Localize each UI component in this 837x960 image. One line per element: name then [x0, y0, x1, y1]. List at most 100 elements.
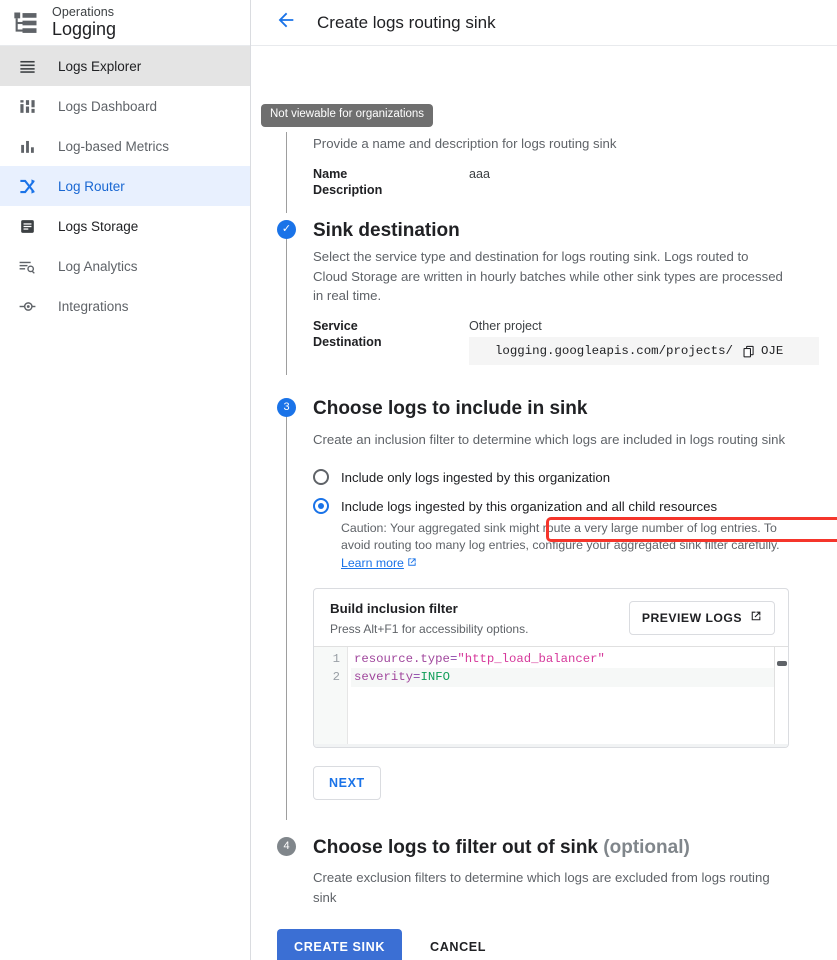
step-3-description: Create an inclusion filter to determine … — [313, 432, 786, 448]
sidebar-item-label: Log Router — [58, 178, 125, 194]
service-row: Service Other project — [313, 319, 819, 333]
back-button[interactable] — [269, 6, 303, 40]
step-1-name-row: Name aaa — [313, 167, 819, 181]
code-token-string: "http_load_balancer" — [457, 651, 605, 666]
code-line-2: severity=INFO — [351, 668, 788, 687]
step-rail — [286, 233, 287, 376]
step-rail — [286, 132, 287, 214]
step-4-badge: 4 — [277, 836, 296, 856]
sidebar-item-log-based-metrics[interactable]: Log-based Metrics — [0, 126, 250, 166]
service-label: Service — [313, 319, 358, 334]
page-content: Not viewable for organizations Provide a… — [251, 46, 837, 960]
preview-logs-button[interactable]: PREVIEW LOGS — [628, 600, 775, 635]
filter-title: Build inclusion filter — [330, 600, 458, 616]
form-actions: CREATE SINK CANCEL — [251, 929, 837, 960]
sidebar-item-logs-storage[interactable]: Logs Storage — [0, 206, 250, 246]
dashboard-icon — [16, 95, 38, 117]
editor-gutter: 1 2 — [314, 646, 348, 744]
step-2-sink-destination: ✓ Sink destination Select the service ty… — [251, 207, 837, 376]
filter-subtitle: Press Alt+F1 for accessibility options. — [330, 621, 529, 636]
radio-include-only-this-org[interactable]: Include only logs ingested by this organ… — [313, 466, 819, 489]
line-number: 1 — [332, 651, 340, 666]
step-4-heading: Choose logs to filter out of sink (optio… — [313, 836, 819, 860]
brand-text: Operations Logging — [52, 4, 117, 40]
caution-line-2: avoid routing too many log entries, conf… — [341, 538, 780, 553]
brand-title: Logging — [52, 19, 117, 40]
preview-logs-label: PREVIEW LOGS — [641, 610, 742, 625]
step-1-description-row: Description — [313, 183, 819, 197]
radio-unchecked-icon — [313, 469, 329, 486]
list-icon — [16, 55, 38, 77]
sidebar-item-label: Logs Storage — [58, 218, 139, 234]
caution-text: Caution: Your aggregated sink might rout… — [341, 520, 781, 574]
step-1-sink-details: Provide a name and description for logs … — [251, 132, 837, 214]
code-token-key: resource.type — [354, 651, 450, 666]
caution-line-1: Caution: Your aggregated sink might rout… — [341, 520, 777, 535]
brand-suptitle: Operations — [52, 4, 115, 19]
step-1-description: Provide a name and description for logs … — [313, 136, 617, 151]
filter-card-header: Build inclusion filter Press Alt+F1 for … — [314, 589, 788, 646]
main-panel: Create logs routing sink Not viewable fo… — [251, 0, 837, 960]
sidebar-brand: Operations Logging — [0, 0, 250, 46]
sidebar-item-label: Logs Dashboard — [58, 98, 158, 114]
operations-logo-icon — [12, 9, 40, 37]
sidebar: Operations Logging Logs Explorer Logs Da… — [0, 0, 251, 960]
storage-icon — [16, 215, 38, 237]
radio-label: Include only logs ingested by this organ… — [341, 469, 611, 485]
step-4-heading-optional: (optional) — [603, 836, 690, 858]
next-button[interactable]: NEXT — [313, 765, 381, 800]
sidebar-item-logs-dashboard[interactable]: Logs Dashboard — [0, 86, 250, 126]
step-4-description: Create exclusion filters to determine wh… — [313, 870, 770, 905]
step-3-badge: 3 — [277, 398, 296, 418]
sidebar-item-label: Log-based Metrics — [58, 138, 170, 154]
destination-value-tail: OJE — [760, 344, 784, 359]
step-rail — [286, 411, 287, 820]
step-3-heading: Choose logs to include in sink — [313, 398, 588, 420]
bar-chart-icon — [16, 135, 38, 157]
code-token-key: severity — [354, 670, 414, 685]
editor-scrollbar-thumb[interactable] — [777, 660, 787, 666]
description-label: Description — [313, 183, 383, 198]
name-label: Name — [313, 167, 348, 182]
inclusion-filter-card: Build inclusion filter Press Alt+F1 for … — [313, 587, 789, 748]
stepper: Provide a name and description for logs … — [251, 46, 837, 960]
sidebar-item-label: Log Analytics — [58, 258, 138, 274]
filter-code-editor[interactable]: 1 2 resource.type="http_load_balancer" s… — [314, 645, 788, 744]
external-link-icon — [749, 610, 762, 626]
sidebar-item-log-router[interactable]: Log Router — [0, 166, 250, 206]
page-title: Create logs routing sink — [317, 12, 496, 32]
create-sink-button[interactable]: CREATE SINK — [277, 929, 403, 960]
copy-icon[interactable] — [741, 344, 756, 359]
radio-checked-icon — [313, 498, 329, 515]
name-value: aaa — [469, 167, 491, 182]
radio-include-org-and-children[interactable]: Include logs ingested by this organizati… — [313, 495, 819, 518]
step-2-description: Select the service type and destination … — [313, 249, 783, 303]
router-icon — [16, 175, 38, 197]
step-2-heading: Sink destination — [313, 220, 460, 242]
page-topbar: Create logs routing sink — [251, 0, 837, 46]
analytics-search-icon — [16, 255, 38, 277]
step-3-include-logs: 3 Choose logs to include in sink Create … — [251, 365, 837, 820]
radio-label: Include logs ingested by this organizati… — [341, 498, 718, 514]
editor-scrollbar[interactable] — [774, 646, 788, 744]
sidebar-item-log-analytics[interactable]: Log Analytics — [0, 246, 250, 286]
step-2-badge: ✓ — [277, 220, 296, 240]
code-line-1: resource.type="http_load_balancer" — [351, 650, 788, 669]
sidebar-item-logs-explorer[interactable]: Logs Explorer — [0, 46, 250, 86]
destination-value-field[interactable]: logging.googleapis.com/projects/ OJE — [469, 337, 819, 366]
editor-code-area[interactable]: resource.type="http_load_balancer" sever… — [348, 646, 788, 744]
external-link-icon — [406, 556, 417, 574]
arrow-left-icon — [275, 9, 297, 36]
sidebar-item-integrations[interactable]: Integrations — [0, 286, 250, 326]
sidebar-item-label: Logs Explorer — [58, 58, 142, 74]
integrations-icon — [16, 295, 38, 317]
sidebar-item-label: Integrations — [58, 298, 129, 314]
editor-bottom-edge — [314, 743, 788, 747]
code-token-value: INFO — [420, 670, 450, 685]
learn-more-link[interactable]: Learn more — [341, 556, 404, 570]
destination-label: Destination — [313, 335, 382, 350]
destination-row: Destination logging.googleapis.com/proje… — [313, 335, 819, 366]
service-value: Other project — [469, 319, 542, 334]
cancel-button[interactable]: CANCEL — [416, 929, 500, 960]
line-number: 2 — [332, 670, 340, 685]
